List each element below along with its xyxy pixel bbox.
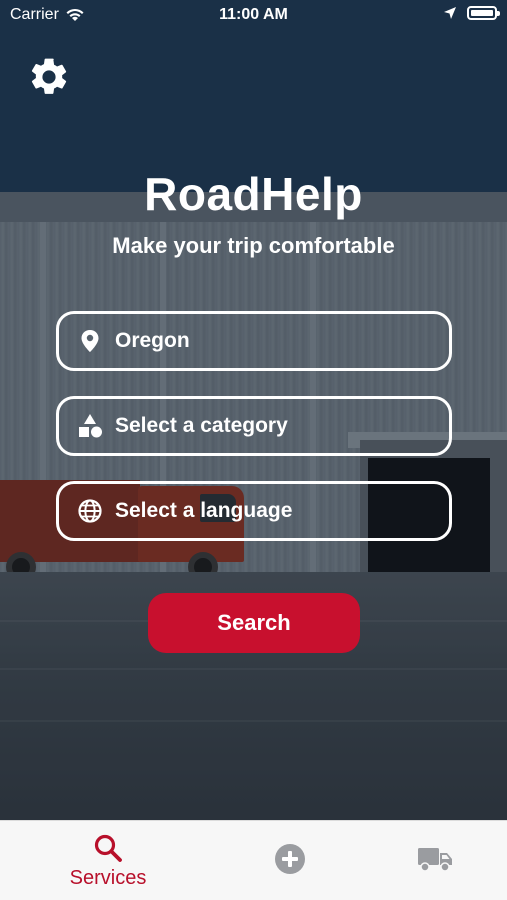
settings-button[interactable] [27, 55, 71, 99]
language-field[interactable]: Select a language [56, 481, 452, 541]
tab-services-label: Services [69, 867, 147, 889]
location-field[interactable]: Oregon [56, 311, 452, 371]
add-circle-icon [275, 844, 305, 874]
location-arrow-icon [444, 7, 456, 19]
tab-services[interactable]: Services [58, 821, 158, 900]
tab-bar: Services [0, 820, 507, 900]
tab-add[interactable] [240, 821, 340, 900]
app-title: RoadHelp [144, 168, 363, 220]
shapes-icon [77, 413, 103, 439]
truck-icon [418, 848, 452, 872]
gear-icon [31, 58, 67, 94]
category-field[interactable]: Select a category [56, 396, 452, 456]
search-icon [94, 834, 122, 862]
location-pin-icon [77, 328, 103, 354]
status-bar: Carrier 11:00 AM [0, 0, 507, 30]
search-button[interactable]: Search [148, 593, 360, 653]
battery-icon [467, 6, 500, 20]
globe-icon [77, 498, 103, 524]
language-placeholder: Select a language [115, 499, 293, 522]
tab-truck[interactable] [385, 821, 485, 900]
clock: 11:00 AM [219, 6, 288, 23]
location-value: Oregon [115, 329, 190, 352]
app-subtitle: Make your trip comfortable [112, 233, 395, 258]
category-placeholder: Select a category [115, 414, 288, 437]
